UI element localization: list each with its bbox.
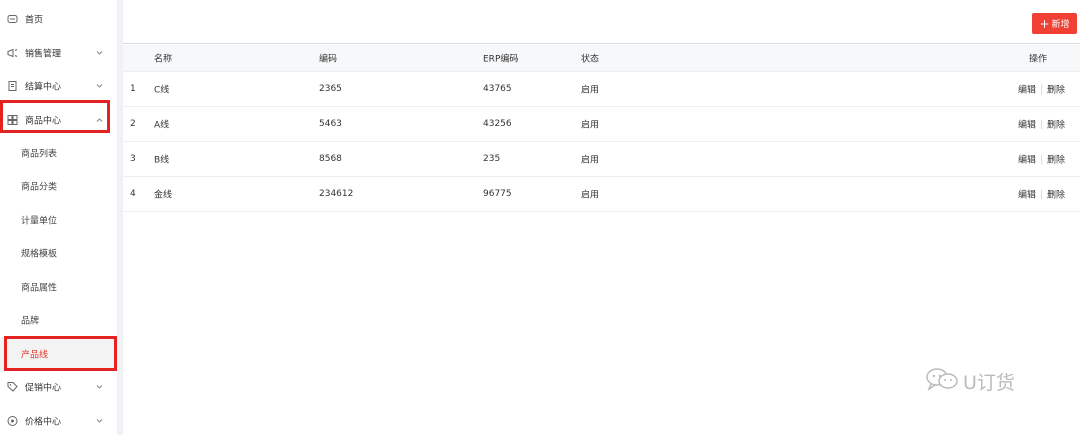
header-erp-code: ERP编码 [483,54,519,65]
divider [1041,119,1043,129]
watermark-text: U订货 [963,372,1015,394]
add-button-label: 新增 [1051,20,1070,30]
table-row: 2 A线 5463 43256 启用 编辑 删除 [123,107,1080,142]
row-erp: 235 [483,154,501,164]
delete-link[interactable]: 删除 [1047,83,1065,96]
sub-item-product-attribute[interactable]: 商品属性 [0,270,117,303]
highlight-box-products [0,100,110,133]
header-actions: 操作 [1029,54,1048,65]
edit-link[interactable]: 编辑 [1018,118,1036,131]
document-icon [7,80,18,91]
toolbar: + 新增 [123,0,1080,44]
delete-link[interactable]: 删除 [1047,118,1065,131]
divider [1041,189,1043,199]
sub-item-label: 商品分类 [21,182,58,192]
sub-item-product-list[interactable]: 商品列表 [0,136,117,169]
sub-item-brand[interactable]: 品牌 [0,303,117,336]
sidebar-item-settlement[interactable]: 结算中心 [0,69,117,102]
row-status: 启用 [581,85,600,96]
add-button[interactable]: + 新增 [1032,13,1077,34]
plus-icon: + [1039,16,1050,31]
row-code: 5463 [319,119,342,129]
sidebar-item-sales[interactable]: 销售管理 [0,36,117,69]
wechat-icon [925,367,959,396]
delete-link[interactable]: 删除 [1047,188,1065,201]
megaphone-icon [7,47,18,58]
sidebar-item-label: 销售管理 [25,49,62,59]
row-code: 234612 [319,189,354,199]
edit-link[interactable]: 编辑 [1018,188,1036,201]
watermark: U订货 [925,367,1015,396]
header-status: 状态 [581,54,600,65]
row-erp: 43765 [483,84,512,94]
sidebar-item-price[interactable]: 价格中心 [0,404,117,435]
header-name: 名称 [154,54,173,65]
table-row: 1 C线 2365 43765 启用 编辑 删除 [123,72,1080,107]
row-name: 金线 [154,190,173,201]
row-name: B线 [154,155,170,166]
table-header: 名称 编码 ERP编码 状态 操作 [123,45,1080,72]
row-erp: 96775 [483,189,512,199]
sub-item-label: 商品列表 [21,149,58,159]
price-icon [7,415,18,426]
chevron-down-icon [95,48,104,57]
delete-link[interactable]: 删除 [1047,153,1065,166]
sub-item-unit[interactable]: 计量单位 [0,203,117,236]
tag-icon [7,381,18,392]
row-code: 2365 [319,84,342,94]
table-row: 4 金线 234612 96775 启用 编辑 删除 [123,177,1080,212]
table-row: 3 B线 8568 235 启用 编辑 删除 [123,142,1080,177]
divider [1041,154,1043,164]
row-index: 4 [130,189,136,199]
sidebar: 首页 销售管理 结算中心 商品中心 商品列表 商品分类 计量单位 规格模板 商品… [0,0,117,435]
sidebar-item-label: 价格中心 [25,417,62,427]
edit-link[interactable]: 编辑 [1018,153,1036,166]
sidebar-item-label: 促销中心 [25,383,62,393]
sidebar-item-promotion[interactable]: 促销中心 [0,370,117,403]
sub-item-label: 规格模板 [21,249,58,259]
header-code: 编码 [319,54,338,65]
row-actions: 编辑 删除 [1018,83,1065,96]
sub-item-label: 商品属性 [21,283,58,293]
row-actions: 编辑 删除 [1018,153,1065,166]
row-index: 2 [130,119,136,129]
row-actions: 编辑 删除 [1018,118,1065,131]
chevron-down-icon [95,81,104,90]
row-actions: 编辑 删除 [1018,188,1065,201]
row-status: 启用 [581,155,600,166]
edit-link[interactable]: 编辑 [1018,83,1036,96]
row-index: 1 [130,84,136,94]
sub-item-label: 计量单位 [21,216,58,226]
sub-item-label: 品牌 [21,316,40,326]
row-erp: 43256 [483,119,512,129]
sidebar-item-label: 结算中心 [25,82,62,92]
divider [1041,84,1043,94]
sub-item-product-category[interactable]: 商品分类 [0,169,117,202]
sidebar-item-home[interactable]: 首页 [0,2,117,35]
chevron-down-icon [95,416,104,425]
row-name: C线 [154,85,170,96]
row-code: 8568 [319,154,342,164]
row-name: A线 [154,120,170,131]
sub-item-spec-template[interactable]: 规格模板 [0,236,117,269]
row-status: 启用 [581,120,600,131]
row-status: 启用 [581,190,600,201]
row-index: 3 [130,154,136,164]
highlight-box-product-line [4,336,117,371]
chevron-down-icon [95,382,104,391]
sidebar-item-label: 首页 [25,15,44,25]
home-icon [7,13,18,24]
